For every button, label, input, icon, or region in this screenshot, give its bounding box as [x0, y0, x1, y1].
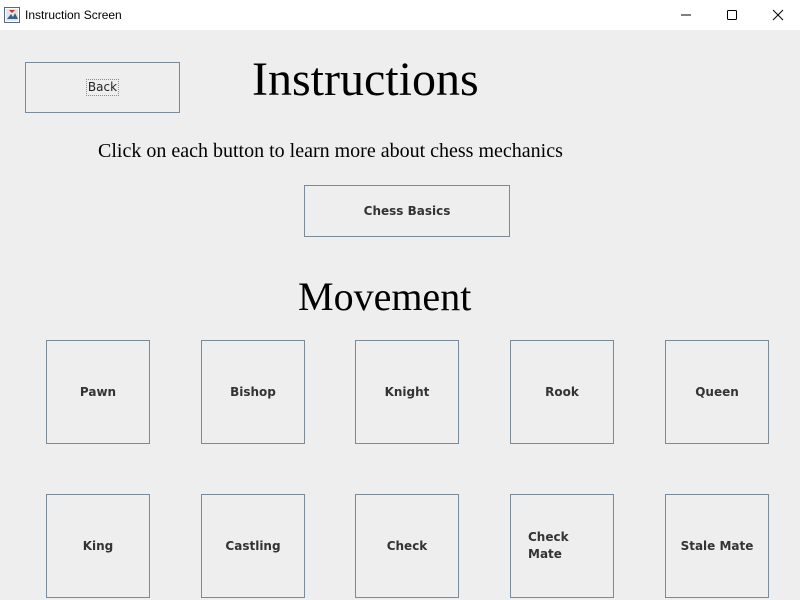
check-button[interactable]: Check — [355, 494, 459, 598]
maximize-button[interactable] — [709, 0, 755, 30]
maximize-icon — [727, 10, 737, 20]
king-button[interactable]: King — [46, 494, 150, 598]
minimize-button[interactable] — [663, 0, 709, 30]
title-bar: Instruction Screen — [0, 0, 800, 30]
stale-mate-button[interactable]: Stale Mate — [665, 494, 769, 598]
page-title: Instructions — [252, 53, 479, 106]
queen-button[interactable]: Queen — [665, 340, 769, 444]
bishop-button[interactable]: Bishop — [201, 340, 305, 444]
close-icon — [772, 9, 784, 21]
movement-heading: Movement — [298, 274, 472, 319]
java-app-icon — [4, 7, 20, 23]
rook-button[interactable]: Rook — [510, 340, 614, 444]
chess-basics-button[interactable]: Chess Basics — [304, 185, 510, 237]
close-button[interactable] — [755, 0, 800, 30]
check-mate-label: Check Mate — [528, 530, 569, 561]
instructions-subtitle: Click on each button to learn more about… — [98, 140, 563, 162]
instruction-panel: Back Instructions Click on each button t… — [0, 30, 800, 600]
check-mate-button[interactable]: Check Mate — [510, 494, 614, 598]
pawn-button[interactable]: Pawn — [46, 340, 150, 444]
back-button-label: Back — [85, 79, 120, 96]
knight-button[interactable]: Knight — [355, 340, 459, 444]
back-button[interactable]: Back — [25, 62, 180, 113]
castling-button[interactable]: Castling — [201, 494, 305, 598]
window-title: Instruction Screen — [25, 8, 122, 22]
minimize-icon — [681, 14, 691, 16]
